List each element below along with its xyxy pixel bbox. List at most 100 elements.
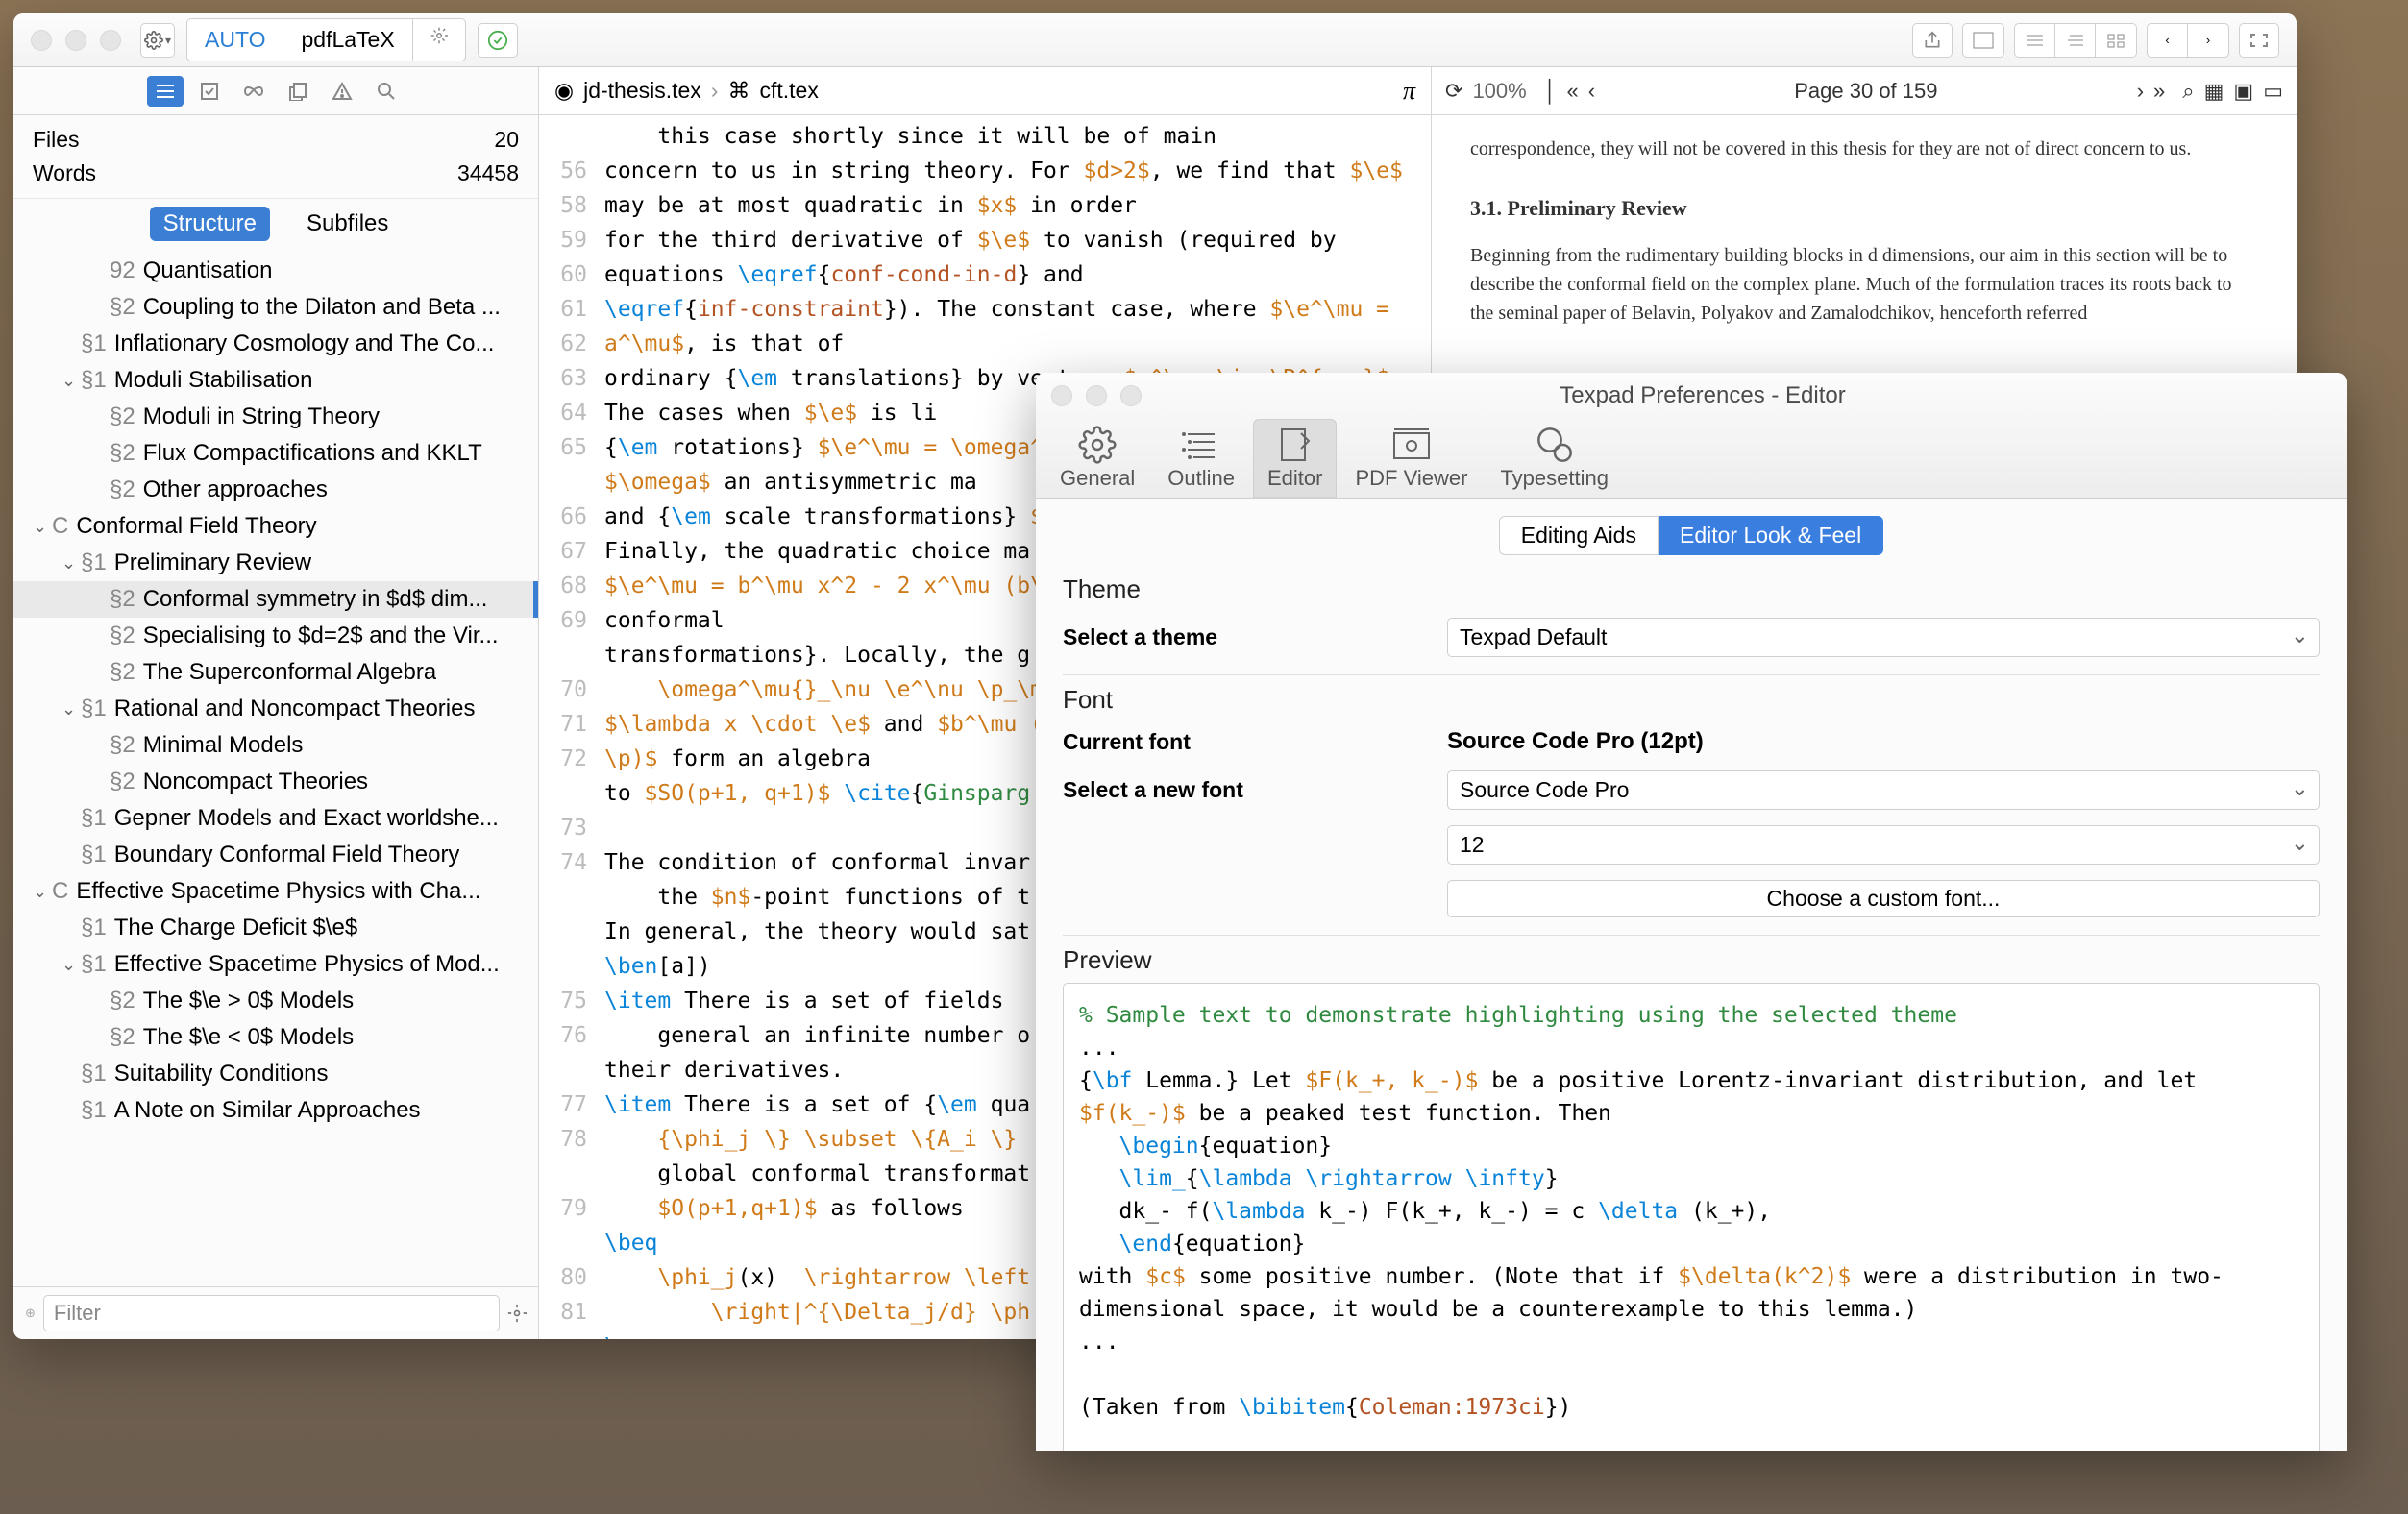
pdf-content[interactable]: correspondence, they will not be covered…: [1432, 115, 2297, 347]
files-count: 20: [494, 127, 519, 153]
outline-item[interactable]: §1The Charge Deficit $\e$: [13, 910, 538, 946]
pdf-para1: correspondence, they will not be covered…: [1470, 134, 2258, 163]
outline-item[interactable]: §1Gepner Models and Exact worldshe...: [13, 800, 538, 837]
settings-menu-button[interactable]: ▾: [140, 23, 175, 58]
outline-item[interactable]: §2Other approaches: [13, 472, 538, 508]
pdf-grid-icon[interactable]: ▦: [2204, 79, 2224, 104]
typeset-button[interactable]: [478, 23, 518, 58]
sidebar-tool-links[interactable]: [235, 76, 272, 107]
sidebar-tool-check[interactable]: [191, 76, 228, 107]
outline-item[interactable]: §2Minimal Models: [13, 727, 538, 764]
zoom-window[interactable]: [100, 30, 121, 51]
engine-selector[interactable]: AUTO pdfLaTeX: [186, 18, 466, 61]
pdf-search-icon[interactable]: ⌕: [2182, 79, 2194, 104]
outline-list[interactable]: 92Quantisation§2Coupling to the Dilaton …: [13, 249, 538, 1286]
font-size-select[interactable]: 12: [1447, 825, 2320, 865]
editor-icon: [1276, 426, 1315, 464]
engine-label[interactable]: pdfLaTeX: [283, 19, 412, 61]
layout-single-icon[interactable]: [1963, 24, 2003, 57]
sidebar-tool-warnings[interactable]: [324, 76, 360, 107]
warning-icon: [332, 82, 353, 101]
share-button[interactable]: [1912, 23, 1953, 58]
outline-item[interactable]: §1Suitability Conditions: [13, 1056, 538, 1092]
search-icon: [377, 82, 396, 101]
pdf-next[interactable]: ›: [2137, 79, 2144, 104]
outline-item[interactable]: ⌄§1Effective Spacetime Physics of Mod...: [13, 946, 538, 983]
theme-header: Theme: [1063, 574, 2320, 604]
outline-item[interactable]: ⌄§1Preliminary Review: [13, 545, 538, 581]
seg-editing-aids[interactable]: Editing Aids: [1499, 516, 1659, 555]
custom-font-button[interactable]: Choose a custom font...: [1447, 880, 2320, 917]
close-window[interactable]: [31, 30, 52, 51]
zoom-reset-icon[interactable]: ⟳: [1445, 79, 1462, 104]
filter-gear-icon[interactable]: [507, 1304, 527, 1323]
crumb-root[interactable]: jd-thesis.tex: [583, 78, 701, 104]
back-button[interactable]: ‹: [2148, 24, 2188, 57]
sidebar-tool-files[interactable]: [280, 76, 316, 107]
view-list-icon[interactable]: [2015, 24, 2055, 57]
prefs-tab-editor[interactable]: Editor: [1253, 419, 1337, 498]
preferences-window: Texpad Preferences - Editor General Outl…: [1036, 373, 2347, 1451]
auto-label[interactable]: AUTO: [187, 19, 283, 61]
pdf-sync-icon[interactable]: ▣: [2233, 79, 2253, 104]
outline-item[interactable]: §2The Superconformal Algebra: [13, 654, 538, 691]
titlebar: ▾ AUTO pdfLaTeX ‹ ›: [13, 13, 2297, 67]
outline-item[interactable]: §2Moduli in String Theory: [13, 399, 538, 435]
prefs-zoom[interactable]: [1120, 385, 1142, 406]
outline-item[interactable]: §1Inflationary Cosmology and The Co...: [13, 326, 538, 362]
seg-look-feel[interactable]: Editor Look & Feel: [1659, 516, 1883, 555]
outline-item[interactable]: ⌄CConformal Field Theory: [13, 508, 538, 545]
preview-header: Preview: [1063, 945, 2320, 975]
outline-item[interactable]: §1A Note on Similar Approaches: [13, 1092, 538, 1129]
sidebar-tool-structure[interactable]: [147, 76, 184, 107]
view-grid-icon[interactable]: [2096, 24, 2136, 57]
zoom-level[interactable]: 100%: [1472, 79, 1526, 104]
outline-item[interactable]: §2Coupling to the Dilaton and Beta ...: [13, 289, 538, 326]
pi-icon[interactable]: π: [1403, 77, 1415, 106]
pdf-toolbar: ⟳ 100% │ « ‹ Page 30 of 159 › » ⌕ ▦ ▣ ▭: [1432, 67, 2297, 115]
crumb-file[interactable]: cft.tex: [759, 78, 818, 104]
doc-icon: ◉: [554, 78, 574, 104]
traffic-lights: [31, 30, 121, 51]
minimize-window[interactable]: [65, 30, 86, 51]
forward-button[interactable]: ›: [2188, 24, 2228, 57]
theme-select[interactable]: Texpad Default: [1447, 618, 2320, 657]
pdf-last[interactable]: »: [2153, 79, 2165, 104]
nav-arrows[interactable]: ‹ ›: [2147, 23, 2229, 58]
outline-item[interactable]: §2The $\e < 0$ Models: [13, 1019, 538, 1056]
prefs-minimize[interactable]: [1086, 385, 1107, 406]
pdf-icon: [1390, 426, 1433, 464]
fullscreen-button[interactable]: [2239, 23, 2279, 58]
outline-item[interactable]: 92Quantisation: [13, 253, 538, 289]
pdf-present-icon[interactable]: ▭: [2263, 79, 2283, 104]
prefs-close[interactable]: [1051, 385, 1072, 406]
outline-item[interactable]: §2Noncompact Theories: [13, 764, 538, 800]
page-indicator: Page 30 of 159: [1605, 79, 2127, 104]
view-outline-icon[interactable]: [2055, 24, 2096, 57]
sidebar-tool-search[interactable]: [368, 76, 405, 107]
outline-item[interactable]: §2Specialising to $d=2$ and the Vir...: [13, 618, 538, 654]
outline-item[interactable]: §1Boundary Conformal Field Theory: [13, 837, 538, 873]
pdf-prev[interactable]: ‹: [1588, 79, 1595, 104]
prefs-tab-general[interactable]: General: [1045, 419, 1149, 498]
prefs-tab-typesetting[interactable]: Typesetting: [1486, 419, 1623, 498]
font-family-select[interactable]: Source Code Pro: [1447, 770, 2320, 810]
prefs-body: Editing Aids Editor Look & Feel Theme Se…: [1036, 499, 2347, 1451]
tab-subfiles[interactable]: Subfiles: [293, 207, 402, 241]
outline-item[interactable]: §2The $\e > 0$ Models: [13, 983, 538, 1019]
outline-item[interactable]: §2Flux Compactifications and KKLT: [13, 435, 538, 472]
view-mode-selector[interactable]: [2014, 23, 2137, 58]
filter-input[interactable]: Filter: [43, 1295, 500, 1331]
current-font-value: Source Code Pro (12pt): [1447, 728, 2320, 755]
outline-item[interactable]: ⌄CEffective Spacetime Physics with Cha..…: [13, 873, 538, 910]
tab-structure[interactable]: Structure: [150, 207, 270, 241]
outline-item[interactable]: ⌄§1Rational and Noncompact Theories: [13, 691, 538, 727]
engine-gear[interactable]: [413, 19, 465, 61]
prefs-tab-outline[interactable]: Outline: [1153, 419, 1249, 498]
prefs-tab-pdf[interactable]: PDF Viewer: [1340, 419, 1482, 498]
outline-item[interactable]: §2Conformal symmetry in $d$ dim...: [13, 581, 538, 618]
outline-item[interactable]: ⌄§1Moduli Stabilisation: [13, 362, 538, 399]
pdf-first[interactable]: «: [1566, 79, 1578, 104]
layout-selector[interactable]: [1962, 23, 2004, 58]
typeset-gear-icon: [1534, 426, 1576, 464]
